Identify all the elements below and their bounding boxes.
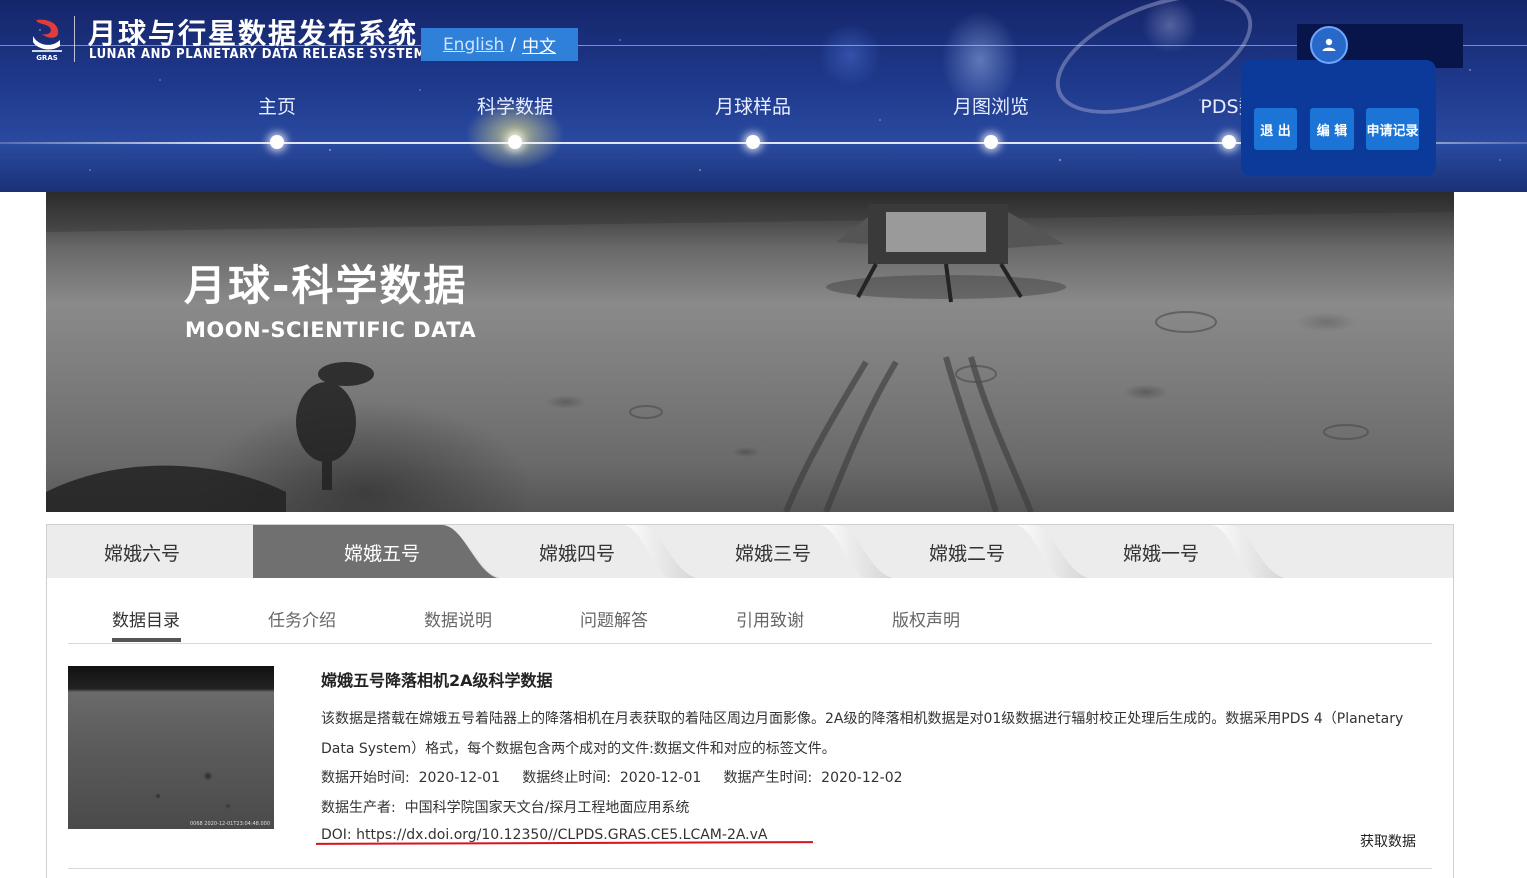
subtab-faq[interactable]: 问题解答 xyxy=(580,606,648,631)
logout-button[interactable]: 退 出 xyxy=(1254,108,1297,150)
nav-dot-science-data xyxy=(508,135,522,149)
list-item-divider xyxy=(68,868,1432,869)
lang-english-link[interactable]: English xyxy=(443,35,504,55)
craters xyxy=(629,311,1369,440)
produced-time-value: 2020-12-02 xyxy=(821,770,903,786)
user-avatar-icon[interactable] xyxy=(1310,26,1348,64)
dataset-title[interactable]: 嫦娥五号降落相机2A级科学数据 xyxy=(321,667,553,691)
dataset-dates-row: 数据开始时间: 2020-12-01 数据终止时间: 2020-12-01 数据… xyxy=(321,767,903,787)
logo-divider xyxy=(74,16,75,62)
rover-tracks xyxy=(783,356,1034,512)
nav-dot-home xyxy=(270,135,284,149)
get-data-button[interactable]: 获取数据 xyxy=(1360,831,1416,851)
lunar-scene-illustration xyxy=(46,192,1454,512)
probe-tab-bar: 嫦娥六号 嫦娥五号 嫦娥四号 嫦娥三号 嫦娥二号 嫦娥一号 xyxy=(46,524,1454,580)
nav-dot-lunar-samples xyxy=(746,135,760,149)
nav-dot-lunar-map xyxy=(984,135,998,149)
subtab-data-catalog[interactable]: 数据目录 xyxy=(112,606,180,631)
tab-change-5[interactable]: 嫦娥五号 xyxy=(253,525,511,579)
start-time-value: 2020-12-01 xyxy=(418,770,500,786)
nav-item-lunar-map[interactable]: 月图浏览 xyxy=(953,92,1029,119)
subtab-data-description[interactable]: 数据说明 xyxy=(424,606,492,631)
hero-banner: 月球-科学数据 MOON-SCIENTIFIC DATA xyxy=(46,192,1454,512)
dataset-description: 该数据是搭载在嫦娥五号着陆器上的降落相机在月表获取的着陆区周边月面影像。2A级的… xyxy=(321,711,1404,757)
banner-subtitle: MOON-SCIENTIFIC DATA xyxy=(185,318,477,342)
dataset-thumbnail[interactable]: 0068 2020-12-01T23:04:48.000 xyxy=(68,666,274,829)
nav-item-lunar-samples[interactable]: 月球样品 xyxy=(715,92,791,119)
nav-item-science-data[interactable]: 科学数据 xyxy=(477,92,553,119)
subtab-copyright[interactable]: 版权声明 xyxy=(892,606,960,631)
subtab-divider xyxy=(68,643,1432,644)
tab-change-4[interactable]: 嫦娥四号 xyxy=(477,525,677,579)
nav-item-home[interactable]: 主页 xyxy=(258,92,296,119)
site-header: GRAS 月球与行星数据发布系统 LUNAR AND PLANETARY DAT… xyxy=(0,0,1527,192)
subtab-citation[interactable]: 引用致谢 xyxy=(736,606,804,631)
producer-label: 数据生产者: xyxy=(321,800,396,816)
gras-logo-icon: GRAS xyxy=(32,19,62,62)
start-time-label: 数据开始时间: xyxy=(321,770,410,786)
site-title-english: LUNAR AND PLANETARY DATA RELEASE SYSTEM xyxy=(89,47,426,62)
dataset-producer-row: 数据生产者: 中国科学院国家天文台/探月工程地面应用系统 xyxy=(321,797,689,817)
produced-time-label: 数据产生时间: xyxy=(723,770,813,786)
active-subtab-indicator xyxy=(112,638,181,642)
rover-shadow xyxy=(46,362,374,512)
tab-change-1[interactable]: 嫦娥一号 xyxy=(1061,525,1261,579)
user-icon xyxy=(1322,38,1336,51)
svg-text:GRAS: GRAS xyxy=(36,54,58,62)
lang-chinese-link[interactable]: 中文 xyxy=(522,32,556,57)
end-time-label: 数据终止时间: xyxy=(522,770,611,786)
edit-profile-button[interactable]: 编 辑 xyxy=(1310,108,1354,150)
nav-dot-pds xyxy=(1222,135,1236,149)
tab-change-2[interactable]: 嫦娥二号 xyxy=(867,525,1067,579)
doi-label: DOI: xyxy=(321,827,352,843)
tab-change-3[interactable]: 嫦娥三号 xyxy=(673,525,873,579)
thumbnail-caption: 0068 2020-12-01T23:04:48.000 xyxy=(189,821,270,827)
language-switcher: English / 中文 xyxy=(421,28,578,61)
subtab-mission-intro[interactable]: 任务介绍 xyxy=(268,606,336,631)
lang-separator: / xyxy=(510,34,517,55)
end-time-value: 2020-12-01 xyxy=(619,770,702,786)
producer-value: 中国科学院国家天文台/探月工程地面应用系统 xyxy=(404,800,690,816)
tab-change-6[interactable]: 嫦娥六号 xyxy=(47,525,237,579)
application-records-button[interactable]: 申请记录 xyxy=(1366,108,1419,150)
site-title: 月球与行星数据发布系统 xyxy=(88,17,419,50)
banner-title: 月球-科学数据 xyxy=(184,261,468,310)
